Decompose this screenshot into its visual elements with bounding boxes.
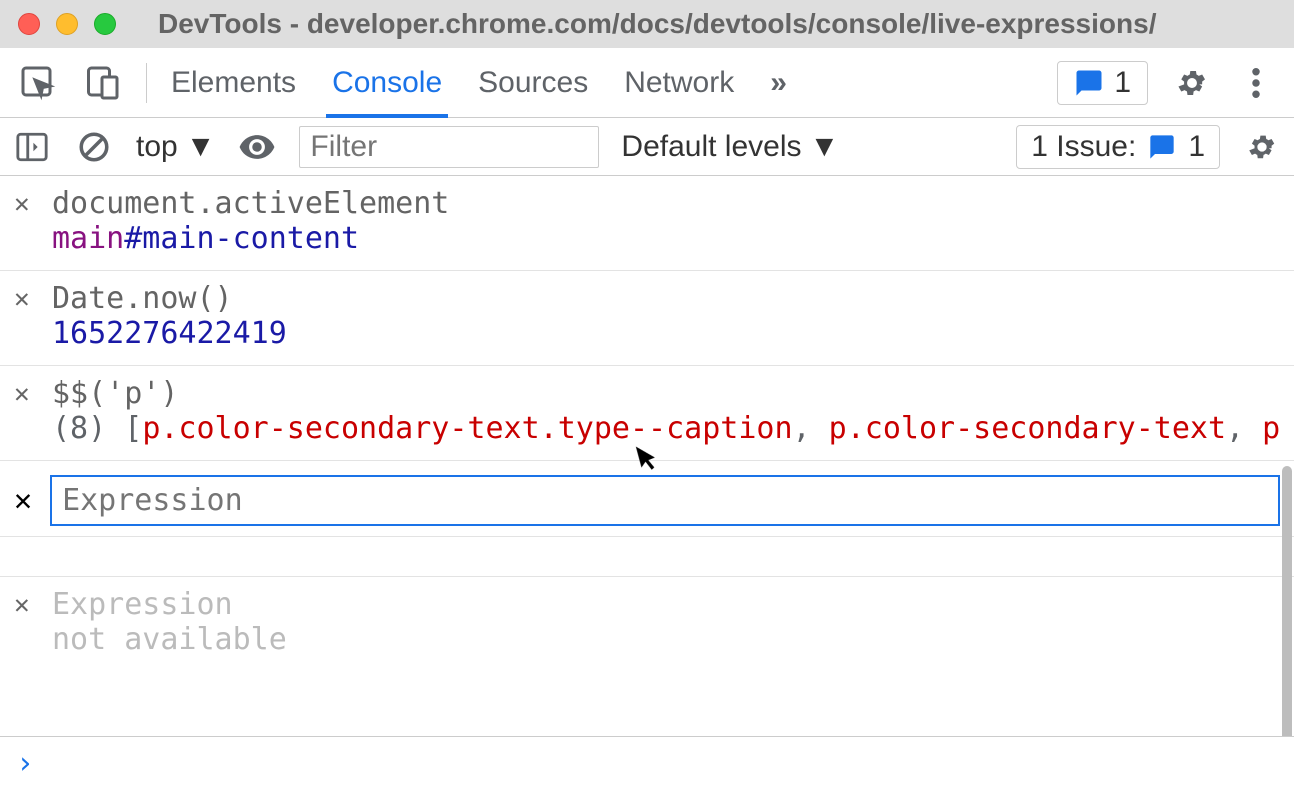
expression-input[interactable] xyxy=(50,475,1280,526)
minimize-window-button[interactable] xyxy=(56,13,78,35)
expression-text[interactable]: $$('p') xyxy=(52,376,1280,411)
panel-tabs: Elements Console Sources Network » xyxy=(171,48,787,117)
expression-text[interactable]: Expression xyxy=(52,587,1280,622)
issues-count: 1 xyxy=(1188,130,1205,164)
issue-badge-icon xyxy=(1148,133,1176,161)
main-toolbar: Elements Console Sources Network » 1 xyxy=(0,48,1294,118)
titlebar: DevTools - developer.chrome.com/docs/dev… xyxy=(0,0,1294,48)
window-title: DevTools - developer.chrome.com/docs/dev… xyxy=(158,8,1156,40)
traffic-lights xyxy=(18,13,116,35)
device-toggle-icon[interactable] xyxy=(82,63,122,103)
live-expression-icon[interactable] xyxy=(237,127,277,167)
issues-text: 1 Issue: xyxy=(1031,130,1136,164)
context-selector[interactable]: top ▼ xyxy=(136,130,215,164)
spacer xyxy=(0,537,1294,577)
scrollbar[interactable] xyxy=(1282,466,1292,736)
console-prompt[interactable]: › xyxy=(0,736,1294,790)
close-icon[interactable]: ✕ xyxy=(14,281,34,317)
close-window-button[interactable] xyxy=(18,13,40,35)
more-tabs-button[interactable]: » xyxy=(770,48,787,117)
inspect-icon[interactable] xyxy=(18,63,58,103)
close-icon[interactable]: ✕ xyxy=(14,587,34,623)
context-label: top xyxy=(136,130,178,164)
filter-input[interactable] xyxy=(299,126,599,168)
console-toolbar: top ▼ Default levels ▼ 1 Issue: 1 xyxy=(0,118,1294,176)
divider xyxy=(146,63,147,103)
tab-sources[interactable]: Sources xyxy=(478,48,588,117)
prompt-chevron-icon: › xyxy=(16,746,34,781)
settings-icon[interactable] xyxy=(1172,63,1212,103)
tab-network[interactable]: Network xyxy=(624,48,734,117)
chevron-down-icon: ▼ xyxy=(810,130,840,164)
expression-value[interactable]: main#main-content xyxy=(52,221,1280,256)
expression-value[interactable]: (8) [p.color-secondary-text.type--captio… xyxy=(52,411,1280,446)
live-expression-row: ✕ Date.now() 1652276422419 xyxy=(0,271,1294,366)
sidebar-toggle-icon[interactable] xyxy=(12,127,52,167)
live-expression-row: ✕ document.activeElement main#main-conte… xyxy=(0,176,1294,271)
console-settings-icon[interactable] xyxy=(1242,127,1282,167)
close-icon[interactable]: ✕ xyxy=(14,376,34,412)
expression-value[interactable]: 1652276422419 xyxy=(52,316,1280,351)
expression-text[interactable]: document.activeElement xyxy=(52,186,1280,221)
close-icon[interactable]: ✕ xyxy=(14,483,32,518)
tab-console[interactable]: Console xyxy=(332,48,442,117)
maximize-window-button[interactable] xyxy=(94,13,116,35)
issues-button[interactable]: 1 Issue: 1 xyxy=(1016,125,1220,169)
close-icon[interactable]: ✕ xyxy=(14,186,34,222)
expression-value: not available xyxy=(52,622,1280,657)
live-expression-row: ✕ Expression not available xyxy=(0,577,1294,671)
tab-elements[interactable]: Elements xyxy=(171,48,296,117)
issues-indicator[interactable]: 1 xyxy=(1057,61,1148,105)
clear-console-icon[interactable] xyxy=(74,127,114,167)
expression-text[interactable]: Date.now() xyxy=(52,281,1280,316)
log-levels-selector[interactable]: Default levels ▼ xyxy=(621,130,839,164)
issue-badge-icon xyxy=(1074,68,1104,98)
more-menu-icon[interactable] xyxy=(1236,63,1276,103)
issues-count: 1 xyxy=(1114,66,1131,100)
chevron-down-icon: ▼ xyxy=(186,130,216,164)
levels-label: Default levels xyxy=(621,130,801,164)
